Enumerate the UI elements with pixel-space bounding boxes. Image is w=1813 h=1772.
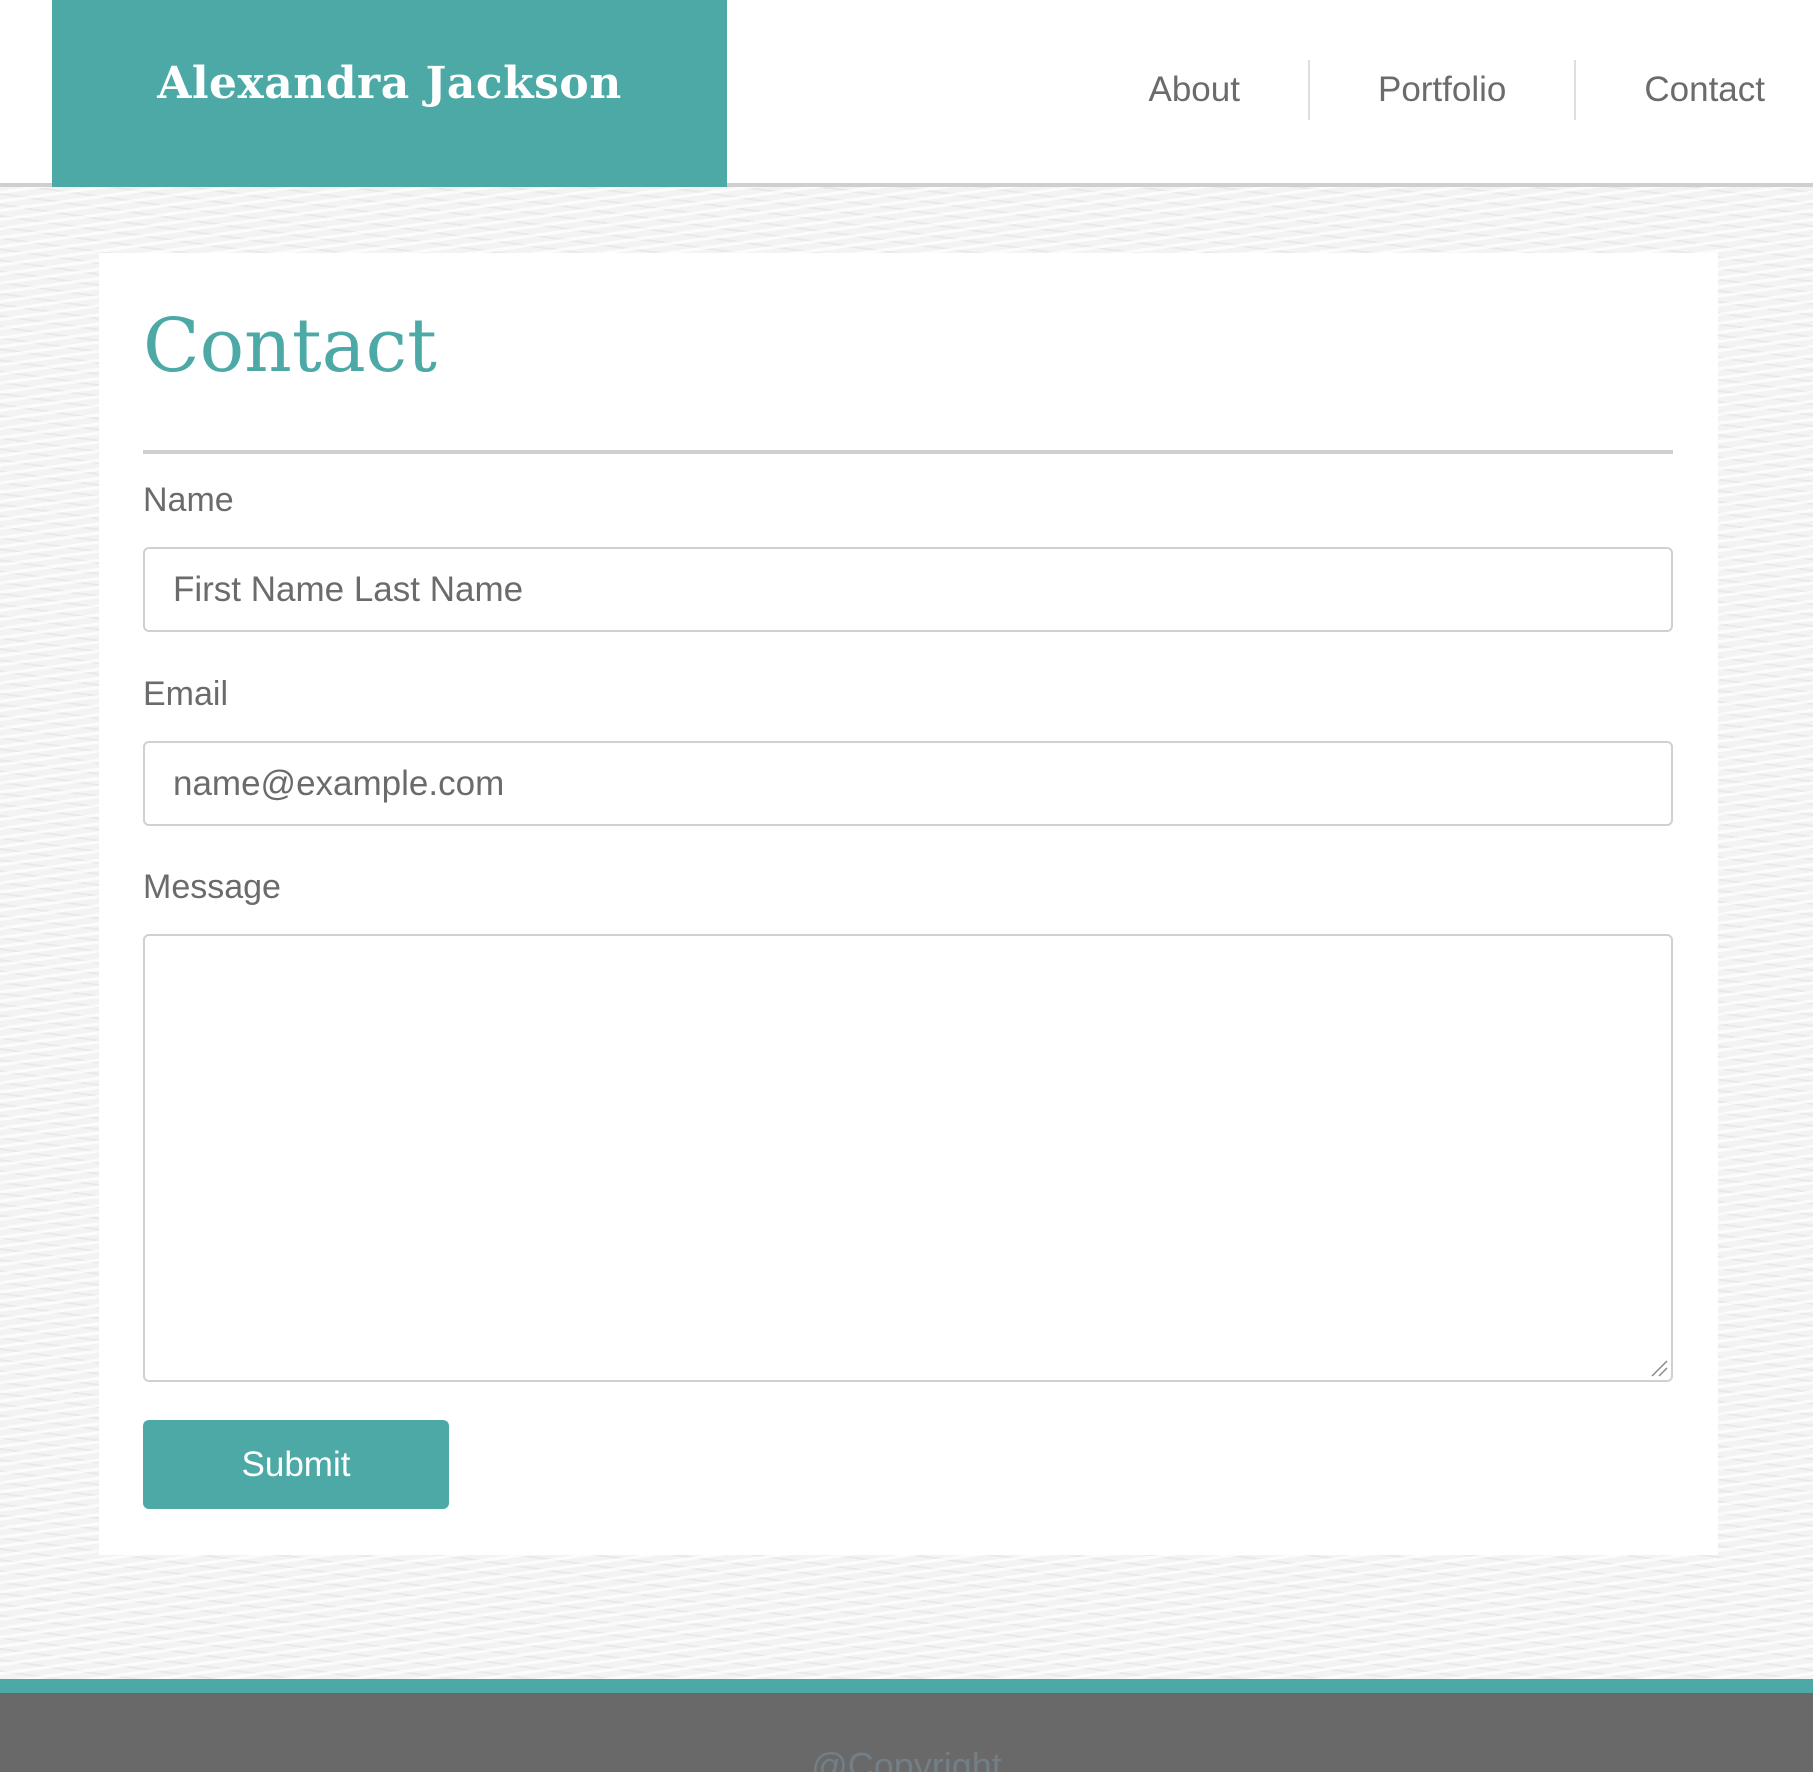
- name-label: Name: [143, 481, 234, 519]
- email-label: Email: [143, 675, 229, 713]
- brand-block[interactable]: Alexandra Jackson: [52, 0, 727, 187]
- nav-portfolio-link[interactable]: Portfolio: [1310, 60, 1574, 120]
- message-label: Message: [143, 868, 281, 906]
- title-divider: [143, 450, 1673, 454]
- resize-grip-icon[interactable]: [1648, 1357, 1668, 1377]
- site-title[interactable]: Alexandra Jackson: [157, 58, 622, 109]
- nav-contact-link[interactable]: Contact: [1576, 60, 1813, 120]
- contact-card: Contact Name Email Message Submit: [99, 253, 1718, 1555]
- nav-about-link[interactable]: About: [1109, 60, 1308, 120]
- main-nav: About Portfolio Contact: [1109, 60, 1813, 120]
- copyright-text: @Copyright: [811, 1745, 1002, 1772]
- submit-button[interactable]: Submit: [143, 1420, 449, 1509]
- page-title: Contact: [143, 303, 437, 389]
- site-footer: @Copyright: [0, 1679, 1813, 1772]
- name-input[interactable]: [143, 547, 1673, 632]
- message-textarea[interactable]: [143, 934, 1673, 1382]
- site-header: Alexandra Jackson About Portfolio Contac…: [0, 0, 1813, 187]
- email-input[interactable]: [143, 741, 1673, 826]
